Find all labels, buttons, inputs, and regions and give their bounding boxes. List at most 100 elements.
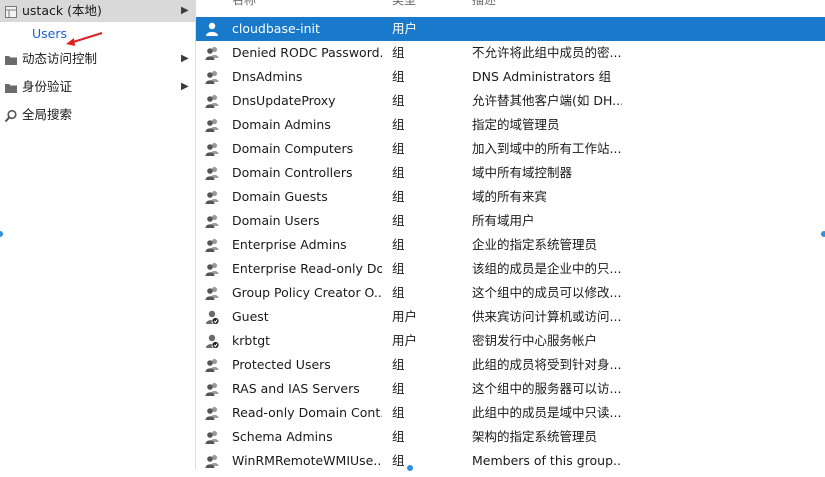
- tree-item-label: ustack (本地): [22, 3, 102, 18]
- tree-item-ustack[interactable]: ustack (本地) ▶: [0, 0, 195, 22]
- table-row[interactable]: Protected Users 组 此组的成员将受到针对身...: [196, 353, 825, 377]
- table-row[interactable]: RAS and IAS Servers 组 这个组中的服务器可以访...: [196, 377, 825, 401]
- table-row[interactable]: DnsUpdateProxy 组 允许替其他客户端(如 DH...: [196, 89, 825, 113]
- cell-name: Enterprise Read-only Do...: [232, 261, 382, 276]
- table-row[interactable]: Guest 用户 供来宾访问计算机或访问...: [196, 305, 825, 329]
- cell-name: RAS and IAS Servers: [232, 381, 360, 396]
- cell-description: 这个组中的成员可以修改...: [472, 285, 622, 300]
- group-icon: [204, 453, 220, 469]
- group-icon: [204, 189, 220, 205]
- group-icon: [204, 237, 220, 253]
- cell-type: 组: [392, 117, 405, 132]
- cell-name: krbtgt: [232, 333, 271, 348]
- table-row[interactable]: Enterprise Admins 组 企业的指定系统管理员: [196, 233, 825, 257]
- user-icon: [204, 21, 220, 37]
- cell-name: DnsUpdateProxy: [232, 93, 336, 108]
- cell-description: 企业的指定系统管理员: [472, 237, 598, 252]
- tree-item-label: 全局搜索: [22, 107, 73, 122]
- group-icon: [204, 69, 220, 85]
- cell-type: 用户: [392, 333, 418, 348]
- cell-description: 架构的指定系统管理员: [472, 429, 598, 444]
- column-header-description[interactable]: 描述: [472, 0, 496, 6]
- cell-description: 加入到域中的所有工作站...: [472, 141, 622, 156]
- cell-name: cloudbase-init: [232, 21, 320, 36]
- cell-type: 组: [392, 45, 405, 60]
- cell-description: Members of this group...: [472, 453, 622, 468]
- group-icon: [204, 213, 220, 229]
- folder-icon: [4, 52, 18, 66]
- cell-description: 域的所有来宾: [472, 189, 548, 204]
- server-icon: [4, 4, 18, 18]
- cell-type: 组: [392, 285, 405, 300]
- object-list: cloudbase-init 用户 Denied RODC Password... 组…: [196, 17, 825, 473]
- cell-type: 组: [392, 429, 405, 444]
- column-header-name[interactable]: 名称: [232, 0, 256, 6]
- resize-handle-bottom[interactable]: [407, 465, 413, 471]
- cell-name: Domain Users: [232, 213, 320, 228]
- table-row[interactable]: Domain Controllers 组 域中所有域控制器: [196, 161, 825, 185]
- group-icon: [204, 357, 220, 373]
- cell-name: Read-only Domain Cont...: [232, 405, 382, 420]
- column-header-type[interactable]: 类型: [392, 0, 416, 6]
- group-icon: [204, 141, 220, 157]
- cell-description: 域中所有域控制器: [472, 165, 573, 180]
- table-row[interactable]: Denied RODC Password... 组 不允许将此组中成员的密...: [196, 41, 825, 65]
- table-row[interactable]: Domain Admins 组 指定的域管理员: [196, 113, 825, 137]
- folder-icon: [4, 80, 18, 94]
- cell-name: Domain Controllers: [232, 165, 353, 180]
- table-row[interactable]: Domain Users 组 所有域用户: [196, 209, 825, 233]
- table-row[interactable]: Domain Computers 组 加入到域中的所有工作站...: [196, 137, 825, 161]
- cell-description: 供来宾访问计算机或访问...: [472, 309, 622, 324]
- tree-item-label: 身份验证: [22, 79, 73, 94]
- cell-type: 组: [392, 93, 405, 108]
- cell-type: 组: [392, 141, 405, 156]
- group-icon: [204, 429, 220, 445]
- disabled-user-icon: [204, 309, 220, 325]
- cell-description: 该组的成员是企业中的只...: [472, 261, 622, 276]
- cell-description: 此组的成员将受到针对身...: [472, 357, 622, 372]
- table-row[interactable]: Schema Admins 组 架构的指定系统管理员: [196, 425, 825, 449]
- resize-handle-right[interactable]: [821, 231, 825, 237]
- expand-arrow-icon[interactable]: ▶: [181, 48, 189, 70]
- cell-name: Protected Users: [232, 357, 331, 372]
- cell-name: Schema Admins: [232, 429, 333, 444]
- expand-arrow-icon[interactable]: ▶: [181, 0, 189, 22]
- table-row[interactable]: krbtgt 用户 密钥发行中心服务帐户: [196, 329, 825, 353]
- column-header-row: 名称 类型 描述: [196, 0, 825, 6]
- cell-type: 组: [392, 453, 405, 468]
- cell-name: DnsAdmins: [232, 69, 303, 84]
- expand-arrow-icon[interactable]: ▶: [181, 76, 189, 98]
- cell-type: 组: [392, 165, 405, 180]
- cell-name: Denied RODC Password...: [232, 45, 382, 60]
- cell-name: Domain Guests: [232, 189, 328, 204]
- cell-name: Enterprise Admins: [232, 237, 347, 252]
- cell-description: DNS Administrators 组: [472, 69, 612, 84]
- group-icon: [204, 93, 220, 109]
- group-icon: [204, 285, 220, 301]
- cell-description: 允许替其他客户端(如 DH...: [472, 93, 622, 108]
- cell-name: Domain Computers: [232, 141, 354, 156]
- cell-type: 组: [392, 213, 405, 228]
- table-row[interactable]: Domain Guests 组 域的所有来宾: [196, 185, 825, 209]
- table-row[interactable]: Read-only Domain Cont... 组 此组中的成员是域中只读...: [196, 401, 825, 425]
- cell-name: WinRMRemoteWMIUse...: [232, 453, 382, 468]
- tree-item-label: 动态访问控制: [22, 51, 98, 66]
- cell-description: 指定的域管理员: [472, 117, 560, 132]
- cell-type: 组: [392, 405, 405, 420]
- table-row[interactable]: WinRMRemoteWMIUse... 组 Members of this gro…: [196, 449, 825, 473]
- group-icon: [204, 261, 220, 277]
- navigation-tree: ustack (本地) ▶ Users 动态访问控制 ▶ 身份验证 ▶ 全局搜索: [0, 0, 196, 469]
- table-row[interactable]: Enterprise Read-only Do... 组 该组的成员是企业中的只..…: [196, 257, 825, 281]
- cell-type: 组: [392, 381, 405, 396]
- cell-type: 组: [392, 237, 405, 252]
- table-row[interactable]: DnsAdmins 组 DNS Administrators 组: [196, 65, 825, 89]
- cell-name: Guest: [232, 309, 269, 324]
- disabled-user-icon: [204, 333, 220, 349]
- group-icon: [204, 381, 220, 397]
- cell-type: 组: [392, 261, 405, 276]
- cell-type: 组: [392, 189, 405, 204]
- cell-name: Group Policy Creator O...: [232, 285, 382, 300]
- table-row[interactable]: Group Policy Creator O... 组 这个组中的成员可以修改...: [196, 281, 825, 305]
- table-row[interactable]: cloudbase-init 用户: [196, 17, 825, 41]
- cell-type: 用户: [392, 21, 418, 36]
